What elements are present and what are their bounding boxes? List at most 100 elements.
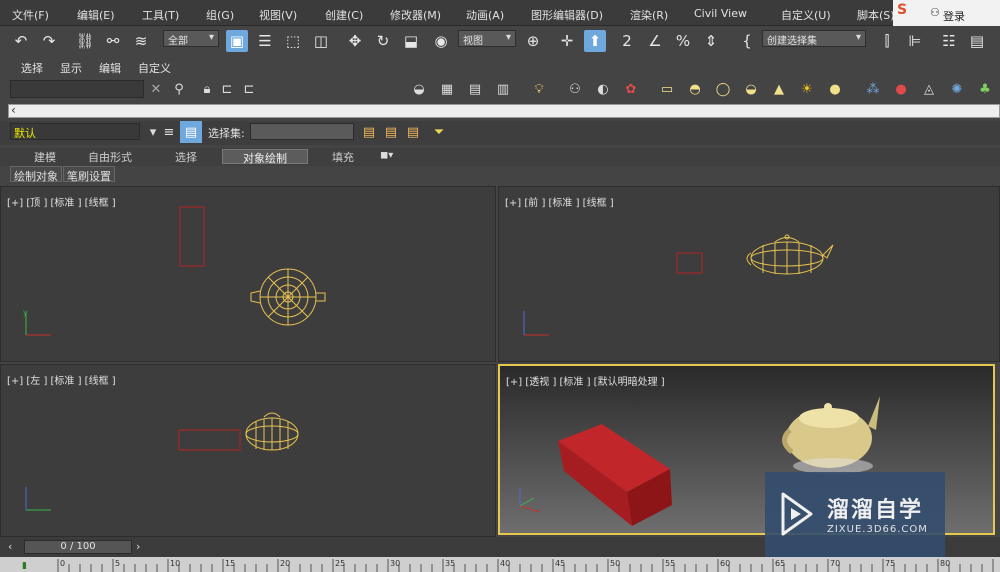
tab-selection[interactable]: 选择 — [163, 149, 209, 164]
select-manipulate-icon[interactable]: ✛ — [556, 30, 578, 52]
percent-snap-icon[interactable]: % — [672, 30, 694, 52]
rect-selection-region-icon[interactable]: ⬚ — [282, 30, 304, 52]
move-icon[interactable]: ✥ — [344, 30, 366, 52]
selset-add-icon[interactable]: ▤ — [380, 121, 402, 143]
light-icon[interactable]: 💡︎ — [528, 78, 550, 100]
window-crossing-icon[interactable]: ◫ — [310, 30, 332, 52]
viewport-top[interactable]: [+] [顶 ] [标准 ] [线框 ] y — [0, 186, 496, 362]
box-wireframe[interactable] — [178, 429, 241, 451]
edit-named-selection-icon[interactable]: { — [736, 30, 758, 52]
selset-remove-icon[interactable]: ▤ — [402, 121, 424, 143]
tab-object-paint[interactable]: 对象绘制 — [222, 149, 308, 165]
scale-icon[interactable]: ⬓ — [400, 30, 422, 52]
spacewarp-icon[interactable]: ✿ — [620, 78, 642, 100]
render-frame-icon[interactable]: ▦ — [436, 78, 458, 100]
layer-select-icon[interactable]: ▤ — [180, 121, 202, 143]
pivot-center-icon[interactable]: ⊕ — [522, 30, 544, 52]
keyboard-shortcut-override-icon[interactable]: ⬆ — [584, 30, 606, 52]
teapot-render-icon[interactable]: ◒ — [408, 78, 430, 100]
render-queue-icon[interactable]: ▥ — [492, 78, 514, 100]
bind-spacewarp-icon[interactable]: ≋ — [130, 30, 152, 52]
teapot-wireframe[interactable] — [746, 234, 834, 275]
filter-icon[interactable]: ⚲ — [168, 78, 190, 100]
box-wireframe[interactable] — [179, 206, 205, 267]
disc-icon[interactable]: ● — [824, 78, 846, 100]
named-selection-dropdown[interactable]: 创建选择集 — [762, 30, 866, 47]
unlink-icon[interactable]: ⚯ — [102, 30, 124, 52]
camera-icon[interactable]: ⚇ — [564, 78, 586, 100]
time-slider[interactable]: 0 / 100 — [24, 540, 132, 554]
snaps-toggle-icon[interactable]: 2 — [616, 30, 638, 52]
menu-scripting[interactable]: 脚本(S) — [857, 7, 895, 23]
box-primitive-icon[interactable]: ▭ — [656, 78, 678, 100]
tetra-icon[interactable]: ◬ — [918, 78, 940, 100]
viewport-label[interactable]: [+] [透视 ] [标准 ] [默认明暗处理 ] — [506, 373, 665, 388]
cone-icon[interactable]: ▲ — [768, 78, 790, 100]
box-wireframe[interactable] — [676, 252, 703, 274]
menu-civil-view[interactable]: Civil View — [694, 7, 747, 20]
hierarchy-alt-icon[interactable]: ⊏ — [238, 78, 260, 100]
menu-display[interactable]: 显示 — [60, 60, 82, 76]
viewport-label[interactable]: [+] [顶 ] [标准 ] [线框 ] — [7, 194, 116, 209]
menu-edit-scene[interactable]: 编辑 — [99, 60, 121, 76]
select-object-icon[interactable]: ▣ — [226, 30, 248, 52]
rotate-icon[interactable]: ↻ — [372, 30, 394, 52]
teapot-shaded[interactable] — [782, 396, 880, 474]
viewport-label[interactable]: [+] [前 ] [标准 ] [线框 ] — [505, 194, 614, 209]
hierarchy-icon[interactable]: ⊏ — [216, 78, 238, 100]
scene-explorer-icon[interactable]: ☷ — [938, 30, 960, 52]
helper-icon[interactable]: ◐ — [592, 78, 614, 100]
prev-frame-icon[interactable]: ‹ — [8, 540, 12, 553]
menu-animation[interactable]: 动画(A) — [466, 7, 504, 23]
command-line[interactable]: ‹ — [8, 103, 1000, 118]
menu-edit[interactable]: 编辑(E) — [77, 7, 115, 23]
filter-funnel-icon[interactable]: ⏷ — [428, 121, 450, 143]
reference-coord-dropdown[interactable]: 视图 — [458, 30, 516, 47]
tab-modeling[interactable]: 建模 — [25, 149, 65, 164]
sphere-icon[interactable]: ◯ — [712, 78, 734, 100]
tab-freeform[interactable]: 自由形式 — [80, 149, 140, 164]
hemisphere-icon[interactable]: ◓ — [684, 78, 706, 100]
user-icon[interactable]: ⚇ — [930, 6, 940, 19]
align-icon[interactable]: ⊫ — [904, 30, 926, 52]
lock-icon[interactable]: 🔒︎ — [196, 78, 218, 100]
sun-icon[interactable]: ☀ — [796, 78, 818, 100]
menu-group[interactable]: 组(G) — [206, 7, 234, 23]
spinner-snap-icon[interactable]: ⇕ — [700, 30, 722, 52]
menu-view[interactable]: 视图(V) — [259, 7, 297, 23]
viewport-left[interactable]: [+] [左 ] [标准 ] [线框 ] — [0, 364, 496, 537]
redo-icon[interactable]: ↷ — [38, 30, 60, 52]
menu-customize[interactable]: 自定义(U) — [781, 7, 831, 23]
menu-tools[interactable]: 工具(T) — [142, 7, 179, 23]
chevron-left-icon[interactable]: ‹ — [11, 103, 16, 117]
tab-populate[interactable]: 填充 — [320, 149, 366, 164]
render-setup-icon[interactable]: ▤ — [464, 78, 486, 100]
angle-snap-icon[interactable]: ∠ — [644, 30, 666, 52]
foliage-icon[interactable]: ♣ — [974, 78, 996, 100]
layers-icon[interactable]: ≡ — [158, 121, 180, 143]
layer-explorer-icon[interactable]: ▤ — [966, 30, 988, 52]
link-icon[interactable]: ⛓ — [74, 30, 96, 52]
mirror-icon[interactable]: ⫿ — [876, 30, 898, 52]
select-by-name-icon[interactable]: ☰ — [254, 30, 276, 52]
selset-edit-icon[interactable]: ▤ — [358, 121, 380, 143]
gear-icon[interactable]: ✺ — [946, 78, 968, 100]
undo-icon[interactable]: ↶ — [10, 30, 32, 52]
menu-select[interactable]: 选择 — [21, 60, 43, 76]
menu-graph-editors[interactable]: 图形编辑器(D) — [531, 7, 603, 23]
layer-dropdown[interactable]: 默认 — [10, 123, 140, 140]
subtab-brush-settings[interactable]: 笔刷设置 — [63, 166, 115, 183]
login-button[interactable]: 登录 — [943, 8, 965, 24]
scene-search-input[interactable] — [10, 80, 144, 98]
timeline-ruler[interactable]: 0 5 10 15 20 25 30 35 40 45 50 55 60 65 70 75 80 — [0, 557, 1000, 572]
menu-rendering[interactable]: 渲染(R) — [630, 7, 668, 23]
menu-customize-scene[interactable]: 自定义 — [138, 60, 171, 76]
viewport-label[interactable]: [+] [左 ] [标准 ] [线框 ] — [7, 372, 116, 387]
dynamics-icon[interactable]: ● — [890, 78, 912, 100]
menu-modifiers[interactable]: 修改器(M) — [390, 7, 441, 23]
teapot-wireframe[interactable] — [245, 412, 299, 451]
teapot-icon[interactable]: ◒ — [740, 78, 762, 100]
ribbon-options-icon[interactable]: ◼▾ — [380, 150, 393, 161]
teapot-wireframe[interactable] — [250, 268, 326, 326]
selection-filter-dropdown[interactable]: 全部 — [163, 30, 219, 47]
